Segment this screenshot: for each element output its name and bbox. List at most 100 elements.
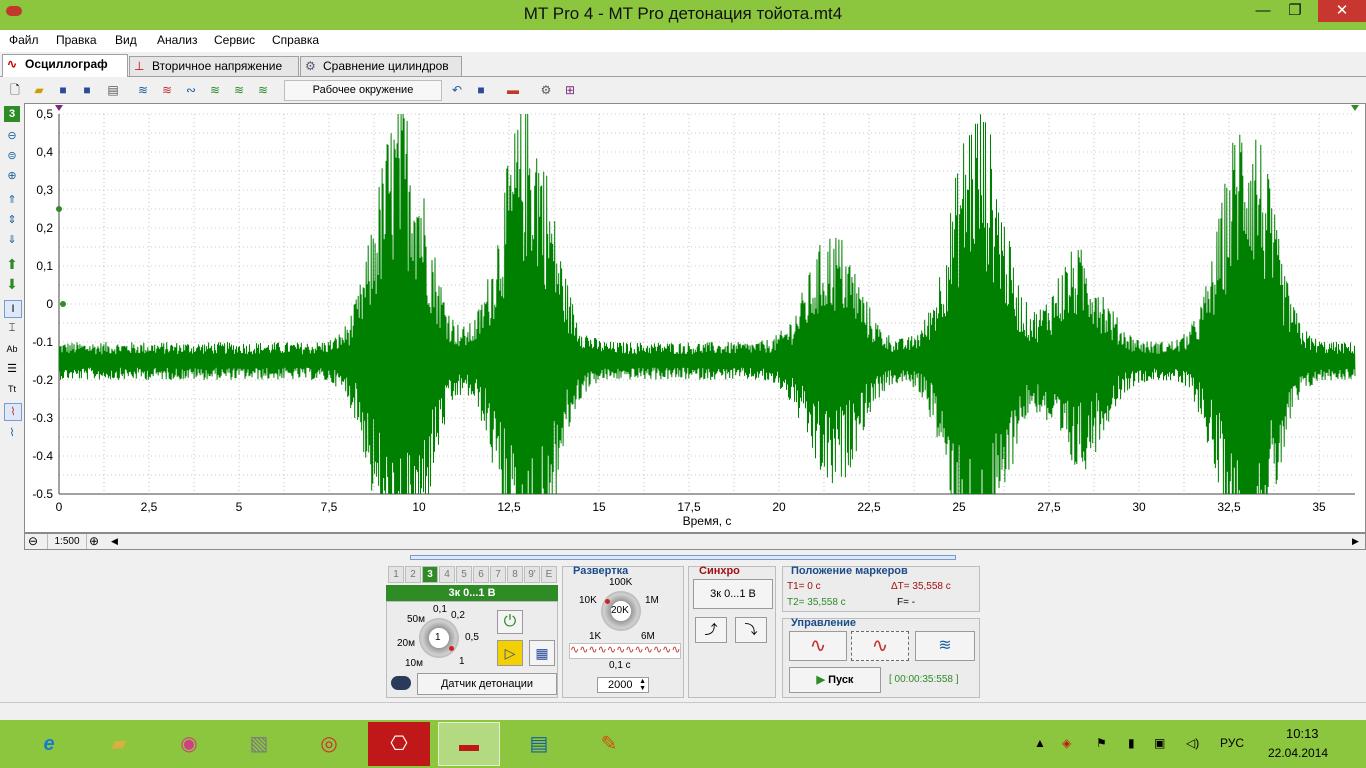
menu-help[interactable]: Справка [272, 33, 319, 47]
layout-icon[interactable]: ⊞ [561, 81, 579, 99]
battery-icon[interactable]: ▮ [1128, 736, 1135, 750]
menu-analysis[interactable]: Анализ [157, 33, 198, 47]
oscilloscope-plot[interactable]: 0 2,5 5 7,5 10 12,5 15 17,5 20 22,5 25 27,5 30 32,5 35… [24, 103, 1366, 533]
tab-oscilloscope[interactable]: ∿ Осциллограф [2, 54, 128, 77]
menu-edit[interactable]: Правка [56, 33, 97, 47]
workspace-select[interactable]: Рабочее окружение [284, 80, 442, 101]
amplitude-knob[interactable]: 1 [419, 618, 459, 658]
scroll-left-icon[interactable]: ◀ [111, 535, 118, 548]
zoom-reset-icon[interactable]: ⊜ [4, 148, 20, 164]
panel-splitter[interactable] [410, 555, 956, 560]
channel-tab-5[interactable]: 5 [456, 566, 472, 583]
arrow-down-icon[interactable]: ⬇ [4, 276, 20, 292]
wave-compare-icon[interactable]: ∾ [182, 81, 200, 99]
explorer-icon[interactable]: ▰ [88, 722, 150, 766]
waves-remove-icon[interactable]: ≋ [158, 81, 176, 99]
new-file-icon[interactable]: 🗋 [6, 81, 24, 99]
calculator-button[interactable]: ▦ [529, 640, 555, 666]
tab-secondary-voltage[interactable]: ⊥ Вторичное напряжение [129, 56, 299, 76]
shift-down-icon[interactable]: ⇓ [4, 232, 20, 248]
network-icon[interactable]: ▣ [1154, 736, 1165, 750]
tool-icon[interactable]: ▧ [228, 722, 290, 766]
waves-icon[interactable]: ≋ [134, 81, 152, 99]
single-mode-button[interactable]: ∿ [789, 631, 847, 661]
undo-icon[interactable]: ↶ [448, 81, 466, 99]
text-tool-icon[interactable]: Ab [4, 341, 20, 357]
pdf-icon[interactable]: ⎔ [368, 722, 430, 766]
power-button[interactable]: ⏻ [497, 610, 523, 634]
menu-service[interactable]: Сервис [214, 33, 255, 47]
record-mode-button[interactable]: ≋ [915, 631, 975, 661]
tray-expand-icon[interactable]: ▲ [1034, 736, 1046, 750]
save-workspace-icon[interactable]: ■ [472, 81, 490, 99]
zoom-out-icon[interactable]: ⊖ [4, 128, 20, 144]
channel-tab-3[interactable]: 3 [422, 566, 438, 583]
horizontal-scrollbar[interactable]: ⊖ 1:500 ⊕ ◀ ▶ [24, 533, 1366, 550]
scroll-right-icon[interactable]: ▶ [1352, 535, 1359, 548]
text-tool2-icon[interactable]: Tt [4, 381, 20, 397]
menu-view[interactable]: Вид [115, 33, 137, 47]
probe-button[interactable]: ▷ [497, 640, 523, 666]
save-as-icon[interactable]: ■ [78, 81, 96, 99]
channel-tab-1[interactable]: 1 [388, 566, 404, 583]
sweep-knob-label: 1K [589, 631, 602, 642]
mtpro-icon[interactable]: ▬ [438, 722, 500, 766]
start-button[interactable]: ▶ Пуск [789, 667, 881, 693]
elapsed-timer: [ 00:00:35:558 ] [889, 674, 959, 685]
channel-tab-6[interactable]: 6 [473, 566, 489, 583]
scale-down-icon[interactable]: ⊖ [28, 535, 38, 548]
channel-tab-8[interactable]: 8 [507, 566, 523, 583]
markers-title: Положение маркеров [791, 565, 908, 577]
chart-mode-icon[interactable]: ⌇ [4, 403, 22, 421]
waves-check2-icon[interactable]: ≋ [230, 81, 248, 99]
ie-icon[interactable]: e [18, 722, 80, 766]
marker-measure-icon[interactable]: ⌶ [4, 320, 20, 336]
control-panel-icon[interactable]: ▤ [508, 722, 570, 766]
settings-icon[interactable]: ⚙ [537, 81, 555, 99]
channel-tab-4[interactable]: 4 [439, 566, 455, 583]
samples-spinner[interactable]: 2000 ▲ ▼ [597, 677, 649, 693]
maximize-button[interactable]: ❐ [1272, 0, 1318, 22]
tab-label: Вторичное напряжение [152, 59, 283, 73]
sweep-knob[interactable]: 20K [601, 591, 641, 631]
channel-tab-9[interactable]: 9' [524, 566, 540, 583]
waves-check3-icon[interactable]: ≋ [254, 81, 272, 99]
sync-falling-button[interactable]: ⤵ [735, 617, 767, 643]
paint-icon[interactable]: ✎ [578, 722, 640, 766]
waves-check-icon[interactable]: ≋ [206, 81, 224, 99]
language-indicator[interactable]: РУС [1220, 736, 1244, 750]
car-icon[interactable]: ▬ [504, 81, 522, 99]
sync-source-button[interactable]: 3к 0...1 В [693, 579, 773, 609]
list-tool-icon[interactable]: ☰ [4, 361, 20, 377]
channel-badge[interactable]: 3 [4, 106, 20, 122]
antivirus-icon[interactable]: ◈ [1062, 736, 1071, 750]
media-icon[interactable]: ◉ [158, 722, 220, 766]
channel-range[interactable]: 3к 0...1 В [386, 585, 558, 601]
scale-up-icon[interactable]: ⊕ [89, 535, 99, 548]
volume-icon[interactable]: ◁) [1186, 736, 1199, 750]
center-icon[interactable]: ⇕ [4, 212, 20, 228]
channel-tab-10[interactable]: E [541, 566, 557, 583]
channel-tab-2[interactable]: 2 [405, 566, 421, 583]
clock-date[interactable]: 22.04.2014 [1268, 746, 1328, 760]
arrow-up-icon[interactable]: ⬆ [4, 256, 20, 272]
chrome-icon[interactable]: ◎ [298, 722, 360, 766]
chart-mode2-icon[interactable]: ⌇ [4, 425, 20, 441]
waveform-chart[interactable]: 0 2,5 5 7,5 10 12,5 15 17,5 20 22,5 25 27,5 30 32,5 35… [25, 104, 1365, 532]
channel-tab-7[interactable]: 7 [490, 566, 506, 583]
sync-rising-button[interactable]: ⤴ [695, 617, 727, 643]
continuous-mode-button[interactable]: ∿ [851, 631, 909, 661]
clock-time[interactable]: 10:13 [1286, 726, 1319, 741]
shift-up-icon[interactable]: ⇑ [4, 192, 20, 208]
action-center-icon[interactable]: ⚑ [1096, 736, 1107, 750]
sensor-select[interactable]: Датчик детонации [417, 673, 557, 695]
open-folder-icon[interactable]: ▰ [30, 81, 48, 99]
close-button[interactable]: ✕ [1318, 0, 1366, 22]
tab-cylinder-comparison[interactable]: ⚙ Сравнение цилиндров [300, 56, 462, 76]
print-icon[interactable]: ▤ [104, 81, 122, 99]
menu-file[interactable]: Файл [9, 33, 39, 47]
marker-tool-icon[interactable]: I [4, 300, 22, 318]
zoom-in-icon[interactable]: ⊕ [4, 168, 20, 184]
save-icon[interactable]: ■ [54, 81, 72, 99]
spinner-arrows-icon[interactable]: ▲ ▼ [639, 678, 646, 692]
